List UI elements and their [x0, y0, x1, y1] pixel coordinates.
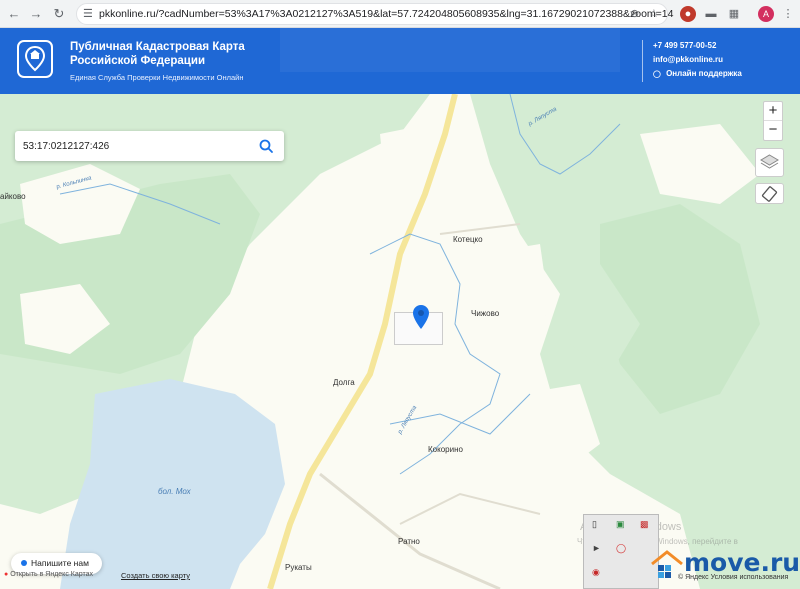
place-label-rukaty: Рукаты [285, 563, 312, 572]
zoom-out-button[interactable]: − [764, 121, 782, 140]
ruler-button[interactable] [755, 183, 784, 204]
cadastral-map[interactable]: айково Котецко Чижово Долга Кокорино Рат… [0, 94, 800, 589]
site-title-line1: Публичная Кадастровая Карта [70, 41, 245, 53]
online-support-label: Онлайн поддержка [666, 69, 742, 78]
tray-app-icon[interactable]: ▣ [616, 519, 625, 530]
place-label-ratno: Ратно [398, 537, 420, 546]
opera-icon[interactable]: ◯ [616, 543, 626, 554]
contact-email[interactable]: info@pkkonline.ru [653, 55, 723, 64]
header-divider [642, 40, 643, 82]
online-support-link[interactable]: ◯ Онлайн поддержка [653, 69, 742, 78]
ruler-icon [761, 186, 778, 202]
forward-arrow-icon[interactable]: → [28, 6, 44, 22]
moveru-logo-text: move.ru [684, 548, 800, 577]
system-tray-popup: ▯ ▣ ▩ ► ◯ ◉ [583, 514, 659, 589]
reload-icon[interactable]: ↻ [51, 6, 67, 22]
place-label-kotetsko: Котецко [453, 235, 483, 244]
layers-icon [760, 154, 779, 169]
more-menu-icon[interactable]: ⋮ [780, 6, 796, 22]
chat-bubble-icon: ◯ [653, 71, 661, 78]
header-decoration [280, 28, 620, 72]
moveru-watermark: move.ru © Яндекс Условия использования [650, 546, 800, 589]
location-house-icon [24, 45, 46, 72]
contact-phone[interactable]: +7 499 577-00-52 [653, 41, 716, 50]
site-tagline: Единая Служба Проверки Недвижимости Онла… [70, 73, 244, 82]
site-header: Публичная Кадастровая Карта Российской Ф… [0, 28, 800, 94]
speaker-icon[interactable]: ► [592, 543, 601, 553]
water-label-lake: бол. Мох [158, 487, 191, 496]
place-label-left: айково [0, 192, 26, 201]
search-icon[interactable] [258, 138, 274, 154]
bookmark-star-icon[interactable]: ☆ [649, 7, 659, 20]
cadastral-search [15, 131, 284, 161]
site-info-icon[interactable]: ☰ [83, 7, 93, 20]
online-dot-icon [21, 560, 27, 566]
yandex-pin-icon: ● [4, 571, 9, 578]
extension-icon[interactable]: ▬ [703, 6, 719, 22]
extensions-puzzle-icon[interactable]: ▦ [726, 6, 742, 22]
place-label-dolga: Долга [333, 378, 355, 387]
profile-avatar[interactable]: A [758, 6, 774, 22]
open-in-yandex-maps-label: Открыть в Яндекс Картах [10, 571, 94, 578]
address-bar[interactable]: ☰ pkkonline.ru/?cadNumber=53%3A17%3A0212… [76, 3, 673, 25]
create-map-link[interactable]: Создать свою карту [121, 571, 190, 580]
zoom-in-button[interactable]: + [764, 102, 782, 121]
zoom-control: + − [763, 101, 783, 141]
extension-icon[interactable]: ● [680, 6, 696, 22]
location-pin-icon[interactable] [413, 305, 429, 329]
place-label-chizhovo: Чижово [471, 309, 500, 318]
site-logo[interactable] [17, 40, 53, 78]
eye-off-icon[interactable]: ⊘ [630, 7, 639, 20]
cadastral-search-input[interactable] [23, 137, 253, 155]
layers-button[interactable] [755, 148, 784, 177]
write-us-label: Напишите нам [31, 558, 89, 568]
back-arrow-icon[interactable]: ← [6, 6, 22, 22]
site-title-line2: Российской Федерации [70, 55, 206, 67]
usb-drive-icon[interactable]: ▯ [592, 519, 597, 530]
browser-toolbar: ← → ↻ ☰ pkkonline.ru/?cadNumber=53%3A17%… [0, 0, 800, 28]
url-text[interactable]: pkkonline.ru/?cadNumber=53%3A17%3A021212… [99, 8, 673, 20]
tray-app-icon[interactable]: ▩ [640, 519, 649, 530]
yandex-terms[interactable]: © Яндекс Условия использования [678, 574, 788, 581]
open-in-yandex-maps-link[interactable]: ● Открыть в Яндекс Картах [4, 571, 93, 578]
security-icon[interactable]: ◉ [592, 567, 600, 578]
place-label-kokorino: Кокорино [428, 445, 463, 454]
